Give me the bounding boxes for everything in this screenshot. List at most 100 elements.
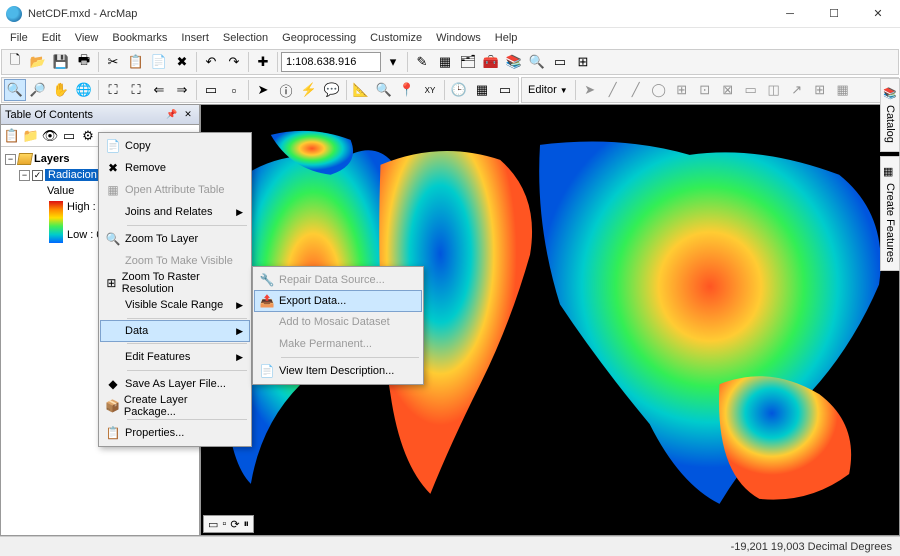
- tool-a[interactable]: ▦: [434, 51, 456, 73]
- html-popup[interactable]: 💬: [321, 79, 343, 101]
- pan-tool[interactable]: ✋: [50, 79, 72, 101]
- minimize-button[interactable]: ─: [768, 0, 812, 28]
- add-data-button[interactable]: ✚: [252, 51, 274, 73]
- menu-item[interactable]: 📄View Item Description...: [255, 360, 421, 382]
- hyperlink-tool[interactable]: ⚡: [298, 79, 320, 101]
- edit-f[interactable]: ⊠: [717, 79, 739, 101]
- list-by-drawing-order[interactable]: 📋: [3, 127, 21, 145]
- pointer-tool[interactable]: ➤: [252, 79, 274, 101]
- pause-button[interactable]: ⏸: [244, 518, 250, 531]
- collapse-icon[interactable]: −: [5, 154, 16, 165]
- time-slider[interactable]: 🕒: [448, 79, 470, 101]
- fixed-zoom-out[interactable]: ⛶: [125, 79, 147, 101]
- edit-j[interactable]: ⊞: [809, 79, 831, 101]
- zoom-out-tool[interactable]: 🔎: [27, 79, 49, 101]
- select-tool[interactable]: ▭: [200, 79, 222, 101]
- menu-item-icon: ◆: [101, 373, 125, 395]
- menu-item[interactable]: ✖Remove: [101, 157, 249, 179]
- python-button[interactable]: ▭: [549, 51, 571, 73]
- menu-item[interactable]: Visible Scale Range▶: [101, 294, 249, 316]
- edit-k[interactable]: ▦: [832, 79, 854, 101]
- zoom-in-tool[interactable]: 🔍: [4, 79, 26, 101]
- tool-x[interactable]: ▭: [494, 79, 516, 101]
- menu-edit[interactable]: Edit: [36, 30, 67, 46]
- create-features-tab[interactable]: ▦Create Features: [880, 156, 900, 271]
- goto-xy[interactable]: XY: [419, 79, 441, 101]
- menu-item-icon: [101, 346, 125, 368]
- undo-button[interactable]: ↶: [200, 51, 222, 73]
- edit-b[interactable]: ╱: [625, 79, 647, 101]
- menu-item[interactable]: Data▶: [100, 320, 250, 342]
- tool-b[interactable]: 🗂: [457, 51, 479, 73]
- list-by-source[interactable]: 📁: [22, 127, 40, 145]
- edit-tool[interactable]: ➤: [579, 79, 601, 101]
- menu-file[interactable]: File: [4, 30, 34, 46]
- collapse-icon[interactable]: −: [19, 170, 30, 181]
- menu-view[interactable]: View: [69, 30, 105, 46]
- edit-h[interactable]: ◫: [763, 79, 785, 101]
- next-extent[interactable]: ⇒: [171, 79, 193, 101]
- create-viewer[interactable]: ▦: [471, 79, 493, 101]
- menu-geoprocessing[interactable]: Geoprocessing: [276, 30, 362, 46]
- menu-customize[interactable]: Customize: [364, 30, 428, 46]
- find-route[interactable]: 📍: [396, 79, 418, 101]
- editor-menu[interactable]: Editor▼: [524, 84, 572, 96]
- list-by-visibility[interactable]: 👁: [41, 127, 59, 145]
- full-extent-button[interactable]: 🌐: [73, 79, 95, 101]
- menu-item-label: Add to Mosaic Dataset: [279, 316, 390, 328]
- menu-item[interactable]: 📋Properties...: [101, 422, 249, 444]
- modelbuilder-button[interactable]: ⊞: [572, 51, 594, 73]
- paste-button[interactable]: 📄: [148, 51, 170, 73]
- edit-e[interactable]: ⊡: [694, 79, 716, 101]
- list-by-selection[interactable]: ▭: [60, 127, 78, 145]
- cut-button[interactable]: ✂: [102, 51, 124, 73]
- measure-tool[interactable]: 📐: [350, 79, 372, 101]
- scale-dropdown[interactable]: ▾: [382, 51, 404, 73]
- save-button[interactable]: 💾: [50, 51, 72, 73]
- edit-a[interactable]: ╱: [602, 79, 624, 101]
- menu-item[interactable]: Joins and Relates▶: [101, 201, 249, 223]
- delete-button[interactable]: ✖: [171, 51, 193, 73]
- search-button[interactable]: 🔍: [526, 51, 548, 73]
- find-tool[interactable]: 🔍: [373, 79, 395, 101]
- menu-item[interactable]: 🔍Zoom To Layer: [101, 228, 249, 250]
- catalog-tab[interactable]: 📚Catalog: [880, 78, 900, 152]
- edit-i[interactable]: ↗: [786, 79, 808, 101]
- menu-insert[interactable]: Insert: [175, 30, 215, 46]
- data-view-button[interactable]: ▭: [208, 518, 218, 531]
- clear-selection[interactable]: ▫: [223, 79, 245, 101]
- redo-button[interactable]: ↷: [223, 51, 245, 73]
- editor-toolbar-icon[interactable]: ✎: [411, 51, 433, 73]
- tool-c[interactable]: 🧰: [480, 51, 502, 73]
- toc-close-button[interactable]: ✕: [181, 108, 195, 122]
- menu-item[interactable]: ⊞Zoom To Raster Resolution: [101, 272, 249, 294]
- copy-button[interactable]: 📋: [125, 51, 147, 73]
- menu-windows[interactable]: Windows: [430, 30, 487, 46]
- menu-item[interactable]: 📦Create Layer Package...: [101, 395, 249, 417]
- toc-pin-button[interactable]: 📌: [165, 108, 179, 122]
- toc-options[interactable]: ⚙: [79, 127, 97, 145]
- menu-item[interactable]: 📄Copy: [101, 135, 249, 157]
- prev-extent[interactable]: ⇐: [148, 79, 170, 101]
- new-button[interactable]: 🗋: [4, 51, 26, 73]
- menu-item[interactable]: Edit Features▶: [101, 346, 249, 368]
- scale-input[interactable]: 1:108.638.916: [281, 52, 381, 72]
- menu-item[interactable]: 📤Export Data...: [254, 290, 422, 312]
- identify-tool[interactable]: ⓘ: [275, 79, 297, 101]
- edit-c[interactable]: ◯: [648, 79, 670, 101]
- layer-checkbox[interactable]: ✓: [32, 170, 43, 181]
- refresh-button[interactable]: ⟳: [230, 518, 239, 531]
- layout-view-button[interactable]: ▫: [222, 518, 226, 530]
- edit-d[interactable]: ⊞: [671, 79, 693, 101]
- edit-g[interactable]: ▭: [740, 79, 762, 101]
- close-button[interactable]: ✕: [856, 0, 900, 28]
- open-button[interactable]: 📂: [27, 51, 49, 73]
- menu-help[interactable]: Help: [489, 30, 524, 46]
- menu-selection[interactable]: Selection: [217, 30, 274, 46]
- menu-bookmarks[interactable]: Bookmarks: [106, 30, 173, 46]
- fixed-zoom-in[interactable]: ⛶: [102, 79, 124, 101]
- print-button[interactable]: 🖶: [73, 51, 95, 73]
- maximize-button[interactable]: ☐: [812, 0, 856, 28]
- menu-item[interactable]: ◆Save As Layer File...: [101, 373, 249, 395]
- catalog-button[interactable]: 📚: [503, 51, 525, 73]
